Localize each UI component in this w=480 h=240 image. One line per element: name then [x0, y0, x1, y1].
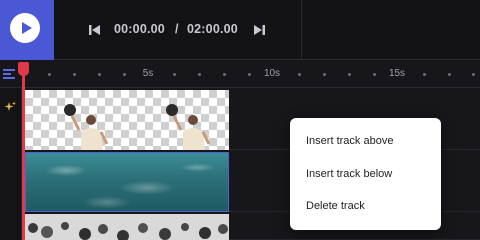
ruler-tick [123, 73, 126, 76]
ruler-tick [98, 73, 101, 76]
menu-insert-track-above[interactable]: Insert track above [290, 126, 441, 156]
timeline-ruler[interactable]: 5s 10s 15s [0, 60, 480, 88]
person-thumbnail [166, 104, 211, 150]
play-button[interactable] [10, 13, 40, 43]
top-bar: 00:00.00 / 02:00.00 [0, 0, 480, 60]
total-time: 02:00.00 [187, 22, 238, 36]
skip-back-icon[interactable] [88, 23, 102, 37]
ruler-tick [423, 73, 426, 76]
ruler-tick [323, 73, 326, 76]
sparkle-icon[interactable] [4, 101, 16, 113]
ruler-label-15s: 15s [388, 68, 406, 79]
play-area [0, 0, 54, 60]
ruler-tick [448, 73, 451, 76]
current-time: 00:00.00 [114, 22, 165, 36]
menu-delete-track[interactable]: Delete track [290, 191, 441, 221]
ruler-tick [348, 73, 351, 76]
ruler-tick [73, 73, 76, 76]
video-clip-crowd[interactable] [25, 214, 229, 240]
ruler-label-5s: 5s [142, 68, 154, 79]
crowd-thumbnail [25, 214, 229, 240]
ruler-tick [248, 73, 251, 76]
time-separator: / [175, 22, 179, 36]
track-context-menu: Insert track above Insert track below De… [290, 118, 441, 230]
ruler-label-10s: 10s [263, 68, 281, 79]
playhead-handle[interactable] [18, 62, 29, 76]
transport-controls: 00:00.00 / 02:00.00 [54, 0, 302, 60]
playhead-line[interactable] [22, 62, 25, 240]
video-clip-person[interactable] [25, 90, 229, 150]
play-icon [22, 22, 32, 34]
track-menu-icon[interactable] [3, 69, 15, 79]
skip-forward-icon[interactable] [252, 23, 266, 37]
menu-insert-track-below[interactable]: Insert track below [290, 159, 441, 189]
ruler-tick [298, 73, 301, 76]
ocean-thumbnail [26, 153, 228, 211]
person-thumbnail [64, 104, 109, 150]
ruler-tick [173, 73, 176, 76]
ruler-tick [373, 73, 376, 76]
ruler-tick [472, 73, 475, 76]
ruler-tick [48, 73, 51, 76]
ruler-tick [223, 73, 226, 76]
video-clip-ocean[interactable] [25, 152, 229, 212]
track-gutter [0, 88, 22, 240]
ruler-tick [198, 73, 201, 76]
